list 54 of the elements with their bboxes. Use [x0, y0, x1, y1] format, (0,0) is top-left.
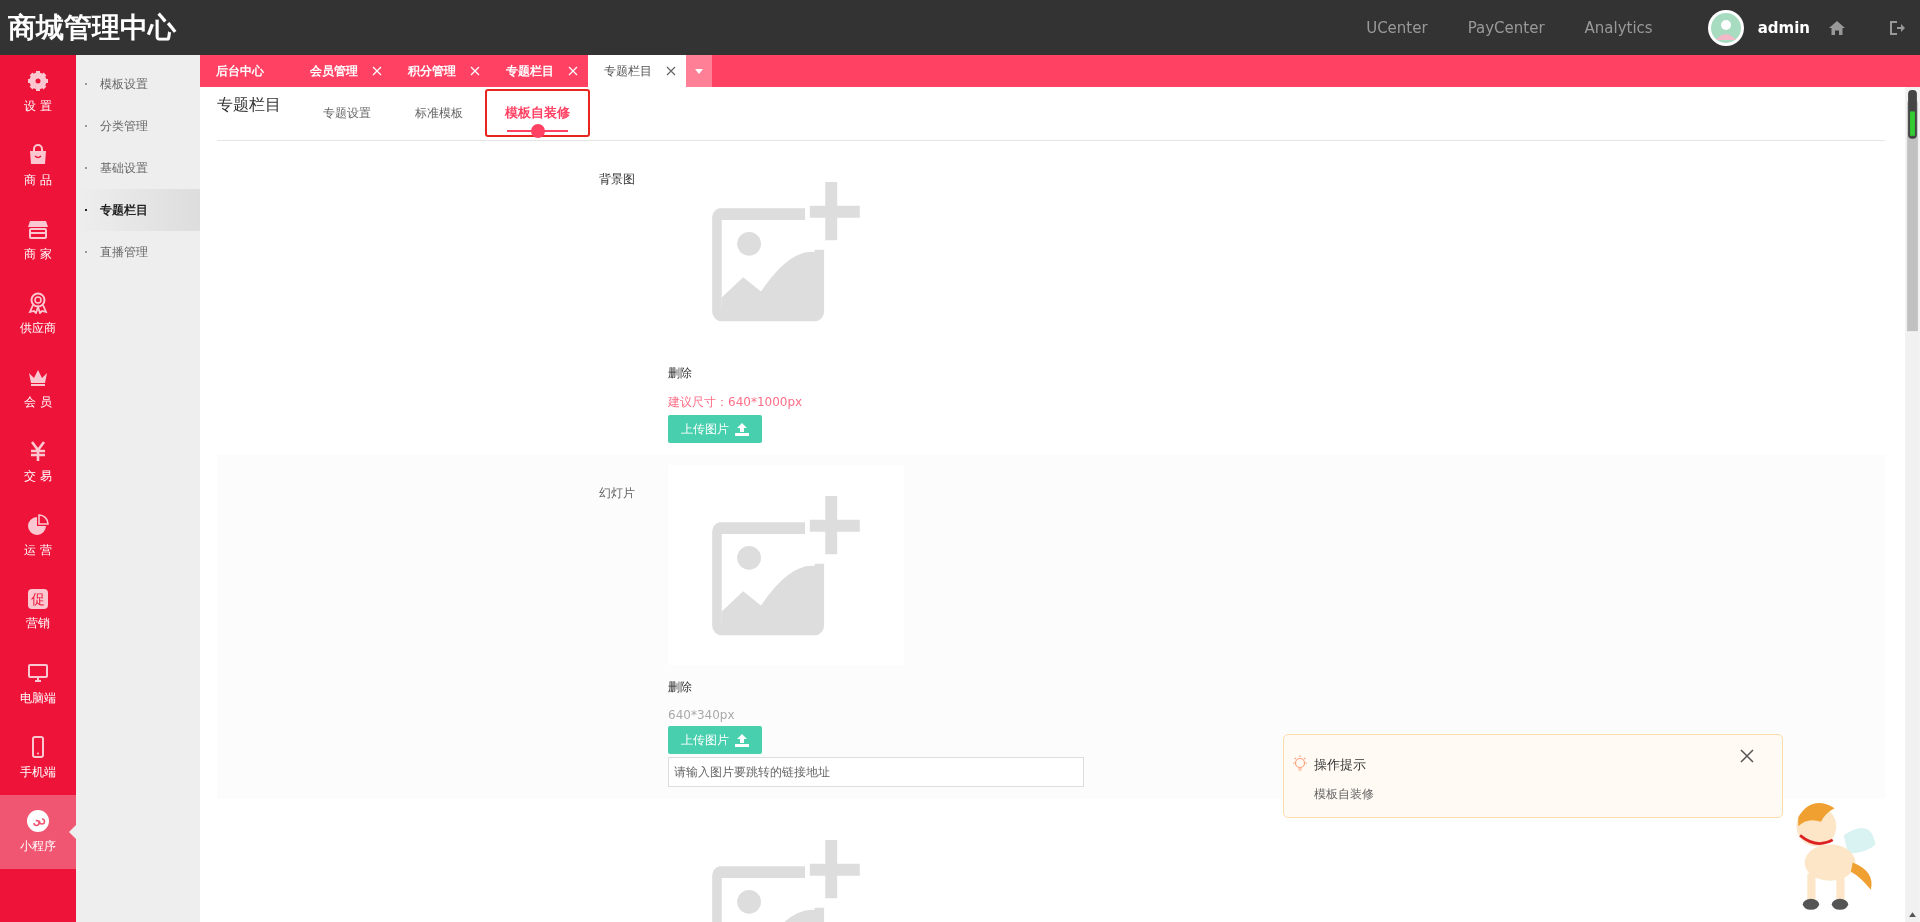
- tab[interactable]: 后台中心: [200, 55, 294, 87]
- tab[interactable]: 会员管理: [294, 55, 392, 87]
- lightbulb-icon: [1292, 755, 1308, 773]
- link-circle-icon: [27, 809, 49, 832]
- nav-item[interactable]: 促 营销: [0, 573, 76, 647]
- nav-item[interactable]: 手机端: [0, 721, 76, 795]
- close-icon[interactable]: [666, 66, 676, 76]
- pie-chart-icon: [27, 513, 49, 536]
- nav-item[interactable]: 小程序: [0, 795, 76, 869]
- tab[interactable]: 专题栏目: [490, 55, 588, 87]
- medal-icon: [27, 291, 49, 314]
- gear-icon: [27, 69, 49, 92]
- submenu-item[interactable]: 分类管理: [76, 105, 200, 147]
- avatar-icon: [1707, 9, 1744, 46]
- upload-icon: [735, 422, 749, 436]
- user-name[interactable]: admin: [1757, 18, 1810, 37]
- header-link[interactable]: UCenter: [1366, 18, 1428, 37]
- home-icon[interactable]: [1828, 18, 1846, 37]
- link-input[interactable]: 请输入图片要跳转的链接地址: [668, 757, 1084, 787]
- tip-title: 操作提示: [1314, 756, 1366, 774]
- sub-tab[interactable]: 标准模板: [393, 89, 485, 137]
- caret-icon: [695, 68, 703, 74]
- nav-item[interactable]: 电脑端: [0, 647, 76, 721]
- nav-item[interactable]: 商 品: [0, 129, 76, 203]
- tab[interactable]: 专题栏目: [588, 55, 686, 87]
- tab[interactable]: 积分管理: [392, 55, 490, 87]
- submenu-item[interactable]: 模板设置: [76, 63, 200, 105]
- close-icon[interactable]: [1739, 748, 1755, 764]
- nav-item[interactable]: 商 家: [0, 203, 76, 277]
- monitor-icon: [27, 661, 49, 684]
- nav-item[interactable]: 设 置: [0, 55, 76, 129]
- tip-text: 模板自装修: [1314, 786, 1374, 803]
- sub-tab[interactable]: 模板自装修: [485, 89, 590, 137]
- page-title: 专题栏目: [217, 94, 281, 116]
- sub-tab[interactable]: 专题设置: [301, 89, 393, 137]
- field-label: 幻灯片: [598, 485, 635, 502]
- delete-link[interactable]: 删除: [668, 679, 692, 696]
- delete-link[interactable]: 删除: [668, 365, 692, 382]
- logout-icon[interactable]: [1888, 18, 1906, 37]
- bag-icon: [27, 143, 49, 166]
- size-hint: 640*340px: [668, 708, 735, 722]
- size-hint: 建议尺寸：640*1000px: [668, 394, 803, 411]
- app-title: 商城管理中心: [7, 9, 177, 46]
- field-label: 背景图: [598, 171, 635, 188]
- badge-icon: 促: [28, 588, 48, 609]
- nav-item[interactable]: 交 易: [0, 425, 76, 499]
- submenu-item[interactable]: 基础设置: [76, 147, 200, 189]
- nav-item[interactable]: 供应商: [0, 277, 76, 351]
- nav-item[interactable]: 会 员: [0, 351, 76, 425]
- header-link[interactable]: PayCenter: [1467, 18, 1545, 37]
- header-link[interactable]: Analytics: [1584, 18, 1653, 37]
- submenu-item[interactable]: 直播管理: [76, 231, 200, 273]
- upload-icon: [735, 733, 749, 747]
- nav-item[interactable]: 运 营: [0, 499, 76, 573]
